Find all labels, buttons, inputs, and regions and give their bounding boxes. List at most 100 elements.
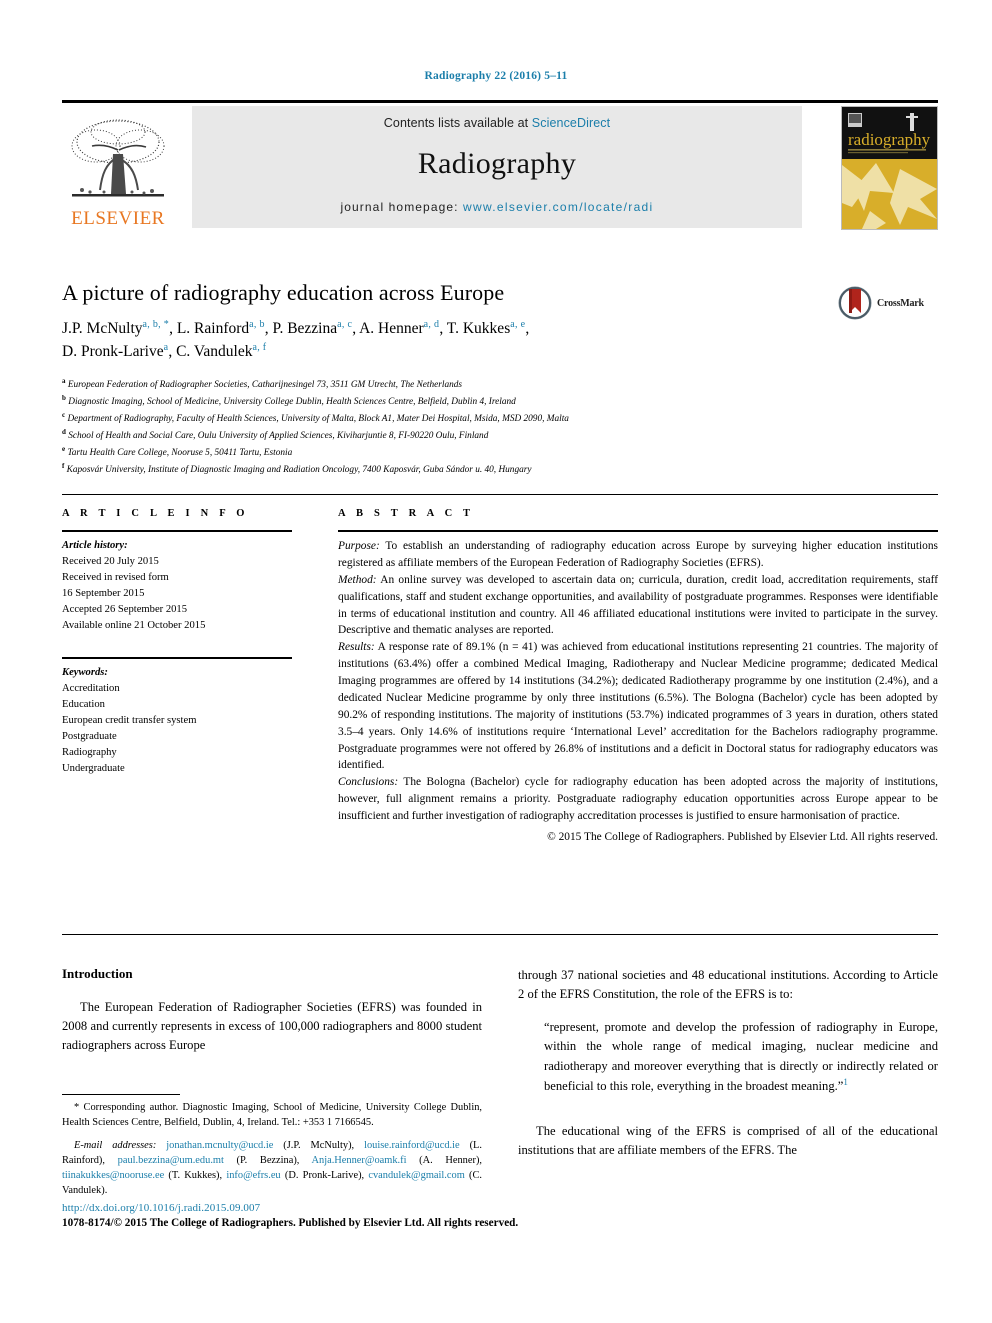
email-addresses-note: E-mail addresses: jonathan.mcnulty@ucd.i… [62,1138,482,1199]
abstract-copyright: © 2015 The College of Radiographers. Pub… [547,830,938,843]
keyword-item: Postgraduate [62,730,117,742]
footer-block: http://dx.doi.org/10.1016/j.radi.2015.09… [62,1202,662,1229]
elsevier-wordmark: ELSEVIER [71,208,165,229]
page-title: A picture of radiography education acros… [62,280,505,305]
affiliation-mark: e [62,445,66,454]
email-addresses-label: E-mail addresses: [74,1139,157,1151]
history-item: 16 September 2015 [62,588,145,600]
abstract-section-text: A response rate of 89.1% (n = 41) was ac… [338,641,938,772]
contents-prefix: Contents lists available at [383,116,532,130]
journal-homepage-link[interactable]: www.elsevier.com/locate/radi [463,200,653,214]
masthead-banner: Contents lists available at ScienceDirec… [192,106,802,228]
author-name: A. Henner [359,320,424,338]
email-link[interactable]: louise.rainford@ucd.ie [364,1140,460,1151]
crossmark-label: CrossMark [877,297,924,309]
author-name: T. Kukkes [446,320,511,338]
abstract-column: A B S T R A C T Purpose: To establish an… [338,508,938,846]
abstract-section-text: The Bologna (Bachelor) cycle for radiogr… [338,776,938,822]
abstract-section-text: To establish an understanding of radiogr… [338,540,938,569]
email-owner: (J.P. McNulty), [273,1139,365,1151]
abstract-section: Results: A response rate of 89.1% (n = 4… [338,639,938,774]
abstract-section-label: Purpose: [338,540,380,552]
elsevier-tree-icon [71,119,165,197]
body-column-left: Introduction The European Federation of … [62,966,482,1055]
issn-copyright-line: 1078-8174/© 2015 The College of Radiogra… [62,1217,519,1229]
email-link[interactable]: jonathan.mcnulty@ucd.ie [166,1140,273,1151]
affiliation-item: a European Federation of Radiographer So… [62,376,938,393]
affiliation-mark: a [62,376,66,385]
author-affiliation-marks: a, b, * [142,319,170,331]
journal-masthead: ELSEVIER Contents lists available at Sci… [62,100,938,230]
history-item: Accepted 26 September 2015 [62,604,188,616]
elsevier-logo: ELSEVIER [62,106,174,228]
email-owner: (P. Bezzina), [223,1154,312,1166]
email-owner: (A. Henner), [406,1154,482,1166]
affiliation-item: c Department of Radiography, Faculty of … [62,410,938,427]
body-blockquote: “represent, promote and develop the prof… [544,1018,938,1096]
abstract-section: Purpose: To establish an understanding o… [338,538,938,572]
affiliation-mark: d [62,427,66,436]
title-block: A picture of radiography education acros… [62,280,938,478]
journal-homepage-line: journal homepage: www.elsevier.com/locat… [192,200,802,214]
affiliation-text: School of Health and Social Care, Oulu U… [68,431,489,442]
journal-title: Radiography [417,147,577,180]
abstract-body: Purpose: To establish an understanding o… [338,538,938,846]
footnote-rule [62,1094,180,1095]
doi-link[interactable]: http://dx.doi.org/10.1016/j.radi.2015.09… [62,1202,662,1214]
author-name: L. Rainford [176,320,250,338]
corresponding-author-note: * Corresponding author. Diagnostic Imagi… [62,1102,482,1129]
keyword-item: Accreditation [62,682,120,694]
email-link[interactable]: tiinakukkes@nooruse.ee [62,1170,164,1181]
journal-cover-thumbnail: radiography [841,106,938,230]
history-item: Received in revised form [62,572,169,584]
keyword-item: European credit transfer system [62,714,197,726]
affiliation-item: e Tartu Health Care College, Nooruse 5, … [62,444,938,461]
abstract-section-text: An online survey was developed to ascert… [338,573,938,637]
author-affiliation-marks: a, f [252,341,267,353]
history-item: Available online 21 October 2015 [62,620,206,632]
article-info-rule [62,530,292,532]
author-affiliation-marks: a, d [423,319,440,331]
email-link[interactable]: Anja.Henner@oamk.fi [312,1155,407,1166]
sciencedirect-link[interactable]: ScienceDirect [532,116,610,130]
keywords-list: Keywords: Accreditation Education Europe… [62,665,292,778]
keyword-item: Radiography [62,747,117,759]
section-heading-introduction: Introduction [62,966,133,981]
email-link[interactable]: paul.bezzina@um.edu.mt [118,1155,224,1166]
affiliation-text: Diagnostic Imaging, School of Medicine, … [68,396,516,407]
email-owner: (T. Kukkes), [164,1170,227,1182]
contents-line: Contents lists available at ScienceDirec… [192,106,802,130]
article-info-column: A R T I C L E I N F O Article history: R… [62,508,292,777]
abstract-section-label: Conclusions: [338,776,399,789]
paper-page: Radiography 22 (2016) 5–11 ELSEVIER Cont… [0,0,992,1323]
affiliation-text: Tartu Health Care College, Nooruse 5, 50… [67,448,293,459]
crossmark-badge[interactable]: CrossMark [838,282,938,324]
keyword-item: Education [62,698,105,710]
abstract-band-bottom-rule [62,934,938,935]
article-history-label: Article history: [62,540,128,551]
blockquote-text: “represent, promote and develop the prof… [544,1020,938,1093]
affiliation-text: Department of Radiography, Faculty of He… [67,413,569,424]
journal-cover-art: radiography [842,107,937,229]
email-link[interactable]: cvandulek@gmail.com [368,1170,464,1181]
reference-marker[interactable]: 1 [843,1077,848,1087]
affiliation-mark: f [62,462,65,471]
article-history: Article history: Received 20 July 2015 R… [62,538,292,635]
homepage-prefix: journal homepage: [340,200,464,214]
body-column-right: through 37 national societies and 48 edu… [518,966,938,1160]
author-name: D. Pronk-Larive [62,343,164,361]
author-affiliation-marks: a [163,341,169,353]
author-affiliation-marks: a, b [249,319,265,331]
affiliation-text: European Federation of Radiographer Soci… [67,379,463,390]
email-owner: (D. Pronk-Larive), [280,1170,369,1182]
abstract-rule [338,530,938,532]
abstract-section: Conclusions: The Bologna (Bachelor) cycl… [338,774,938,825]
running-head: Radiography 22 (2016) 5–11 [424,70,568,82]
body-paragraph: The educational wing of the EFRS is comp… [518,1124,938,1158]
author-affiliation-marks: a, e [510,319,526,331]
affiliation-mark: b [62,393,66,402]
body-paragraph: The European Federation of Radiographer … [62,1000,482,1053]
email-link[interactable]: info@efrs.eu [226,1170,280,1181]
affiliation-mark: c [62,410,66,419]
author-name: J.P. McNulty [62,320,143,338]
